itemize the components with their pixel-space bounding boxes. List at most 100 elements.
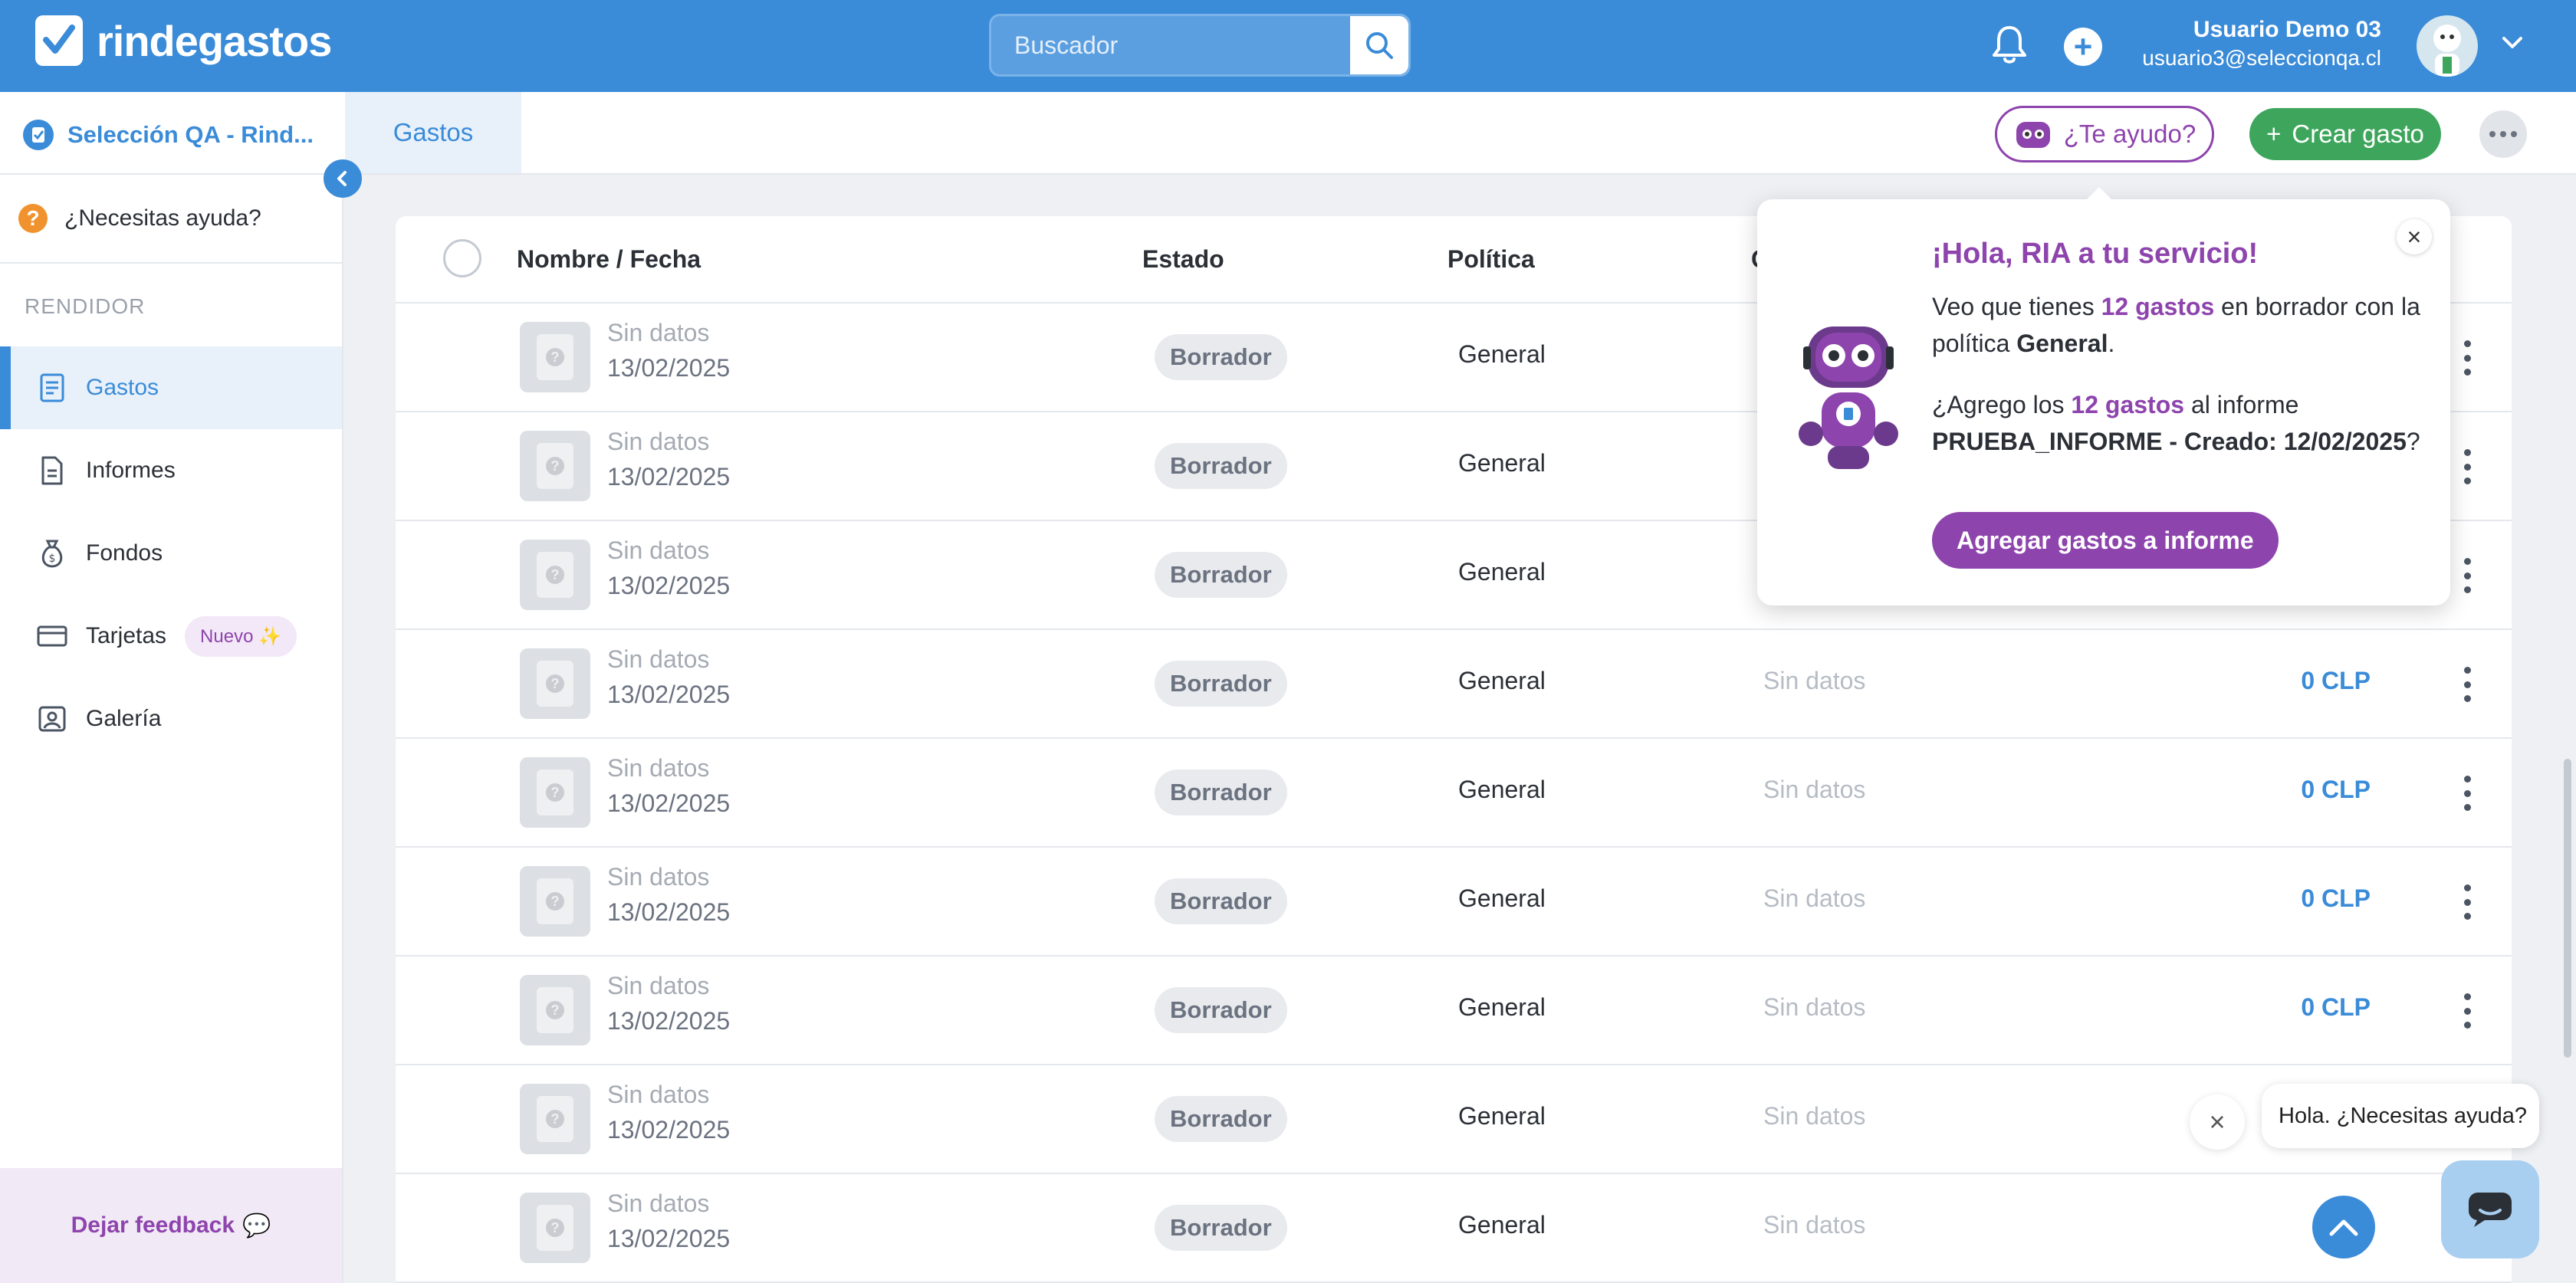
search-button[interactable]: [1350, 16, 1408, 74]
receipt-thumbnail-icon[interactable]: ?: [520, 648, 590, 719]
feedback-button[interactable]: Dejar feedback 💬: [0, 1168, 342, 1283]
sidebar-item-informes[interactable]: Informes: [0, 429, 342, 512]
expense-category: Sin datos: [1763, 993, 1866, 1021]
receipt-thumbnail-icon[interactable]: ?: [520, 322, 590, 392]
table-row[interactable]: ? Sin datos 13/02/2025 Borrador General Sin d…: [396, 739, 2512, 848]
logo-check-icon: [35, 15, 83, 66]
chat-launcher-button[interactable]: [2441, 1160, 2539, 1258]
tab-gastos[interactable]: Gastos: [345, 92, 521, 173]
sidebar-item-fondos[interactable]: $ Fondos: [0, 512, 342, 595]
close-icon[interactable]: ×: [2397, 219, 2432, 254]
expense-name: Sin datos: [607, 754, 710, 782]
notifications-bell-icon[interactable]: [1990, 23, 2029, 66]
expense-amount: 0 CLP: [2301, 776, 2371, 803]
add-expenses-to-report-button[interactable]: Agregar gastos a informe: [1932, 512, 2279, 569]
expense-category: Sin datos: [1763, 776, 1866, 803]
expense-amount: 0 CLP: [2301, 667, 2371, 694]
expense-policy: General: [1458, 340, 1546, 368]
search-icon: [1366, 32, 1393, 59]
row-menu-icon[interactable]: [2463, 884, 2472, 920]
chat-greeting[interactable]: Hola. ¿Necesitas ayuda?: [2262, 1084, 2539, 1148]
receipt-thumbnail-icon[interactable]: ?: [520, 757, 590, 828]
row-menu-icon[interactable]: [2463, 340, 2472, 376]
receipt-thumbnail-icon[interactable]: ?: [520, 866, 590, 937]
status-badge: Borrador: [1155, 1205, 1287, 1251]
sidebar-item-label: Fondos: [86, 540, 163, 566]
card-icon: [37, 621, 67, 651]
receipt-thumbnail-icon[interactable]: ?: [520, 1193, 590, 1263]
expense-date: 13/02/2025: [607, 354, 731, 382]
expense-date: 13/02/2025: [607, 789, 731, 817]
row-menu-icon[interactable]: [2463, 993, 2472, 1029]
help-assistant-button[interactable]: ¿Te ayudo?: [1995, 106, 2214, 162]
expense-date: 13/02/2025: [607, 681, 731, 708]
avatar[interactable]: [2417, 15, 2478, 77]
row-menu-icon[interactable]: [2463, 449, 2472, 484]
sidebar-item-gastos[interactable]: Gastos: [0, 346, 342, 429]
section-title: RENDIDOR: [25, 294, 146, 318]
sidebar-item-tarjetas[interactable]: Tarjetas Nuevo ✨: [0, 595, 342, 678]
expense-name: Sin datos: [607, 863, 710, 891]
header-policy[interactable]: Política: [1447, 245, 1535, 274]
chat-close-icon[interactable]: ×: [2190, 1094, 2245, 1150]
assistant-popover: × ¡Hola, RIA a tu servicio! Veo que tien…: [1757, 199, 2450, 605]
question-icon: ?: [18, 204, 48, 233]
need-help-link[interactable]: ? ¿Necesitas ayuda?: [18, 204, 261, 233]
table-row[interactable]: ? Sin datos 13/02/2025 Borrador General Sin d…: [396, 848, 2512, 957]
receipt-thumbnail-icon[interactable]: ?: [520, 431, 590, 501]
receipt-thumbnail-icon[interactable]: ?: [520, 975, 590, 1045]
sidebar: ? ¿Necesitas ayuda? RENDIDOR Gastos Info…: [0, 175, 343, 1283]
more-options-button[interactable]: [2479, 110, 2527, 158]
scroll-to-top-button[interactable]: [2312, 1196, 2375, 1258]
expense-name: Sin datos: [607, 536, 710, 564]
expense-category: Sin datos: [1763, 884, 1866, 912]
feedback-label: Dejar feedback: [71, 1212, 235, 1238]
expense-name: Sin datos: [607, 972, 710, 999]
select-all-checkbox[interactable]: [443, 239, 481, 277]
chevron-left-icon: [337, 171, 347, 186]
user-email: usuario3@seleccionqa.cl: [2142, 46, 2381, 70]
status-badge: Borrador: [1155, 443, 1287, 489]
expense-date: 13/02/2025: [607, 572, 731, 599]
expense-name: Sin datos: [607, 319, 710, 346]
expense-name: Sin datos: [607, 645, 710, 673]
logo[interactable]: rindegastos: [35, 14, 332, 67]
sidebar-item-label: Galería: [86, 706, 162, 731]
scrollbar[interactable]: [2564, 759, 2571, 1058]
company-selector[interactable]: Selección QA - Rind...: [23, 120, 314, 150]
row-menu-icon[interactable]: [2463, 667, 2472, 702]
popover-arrow: [2085, 187, 2113, 201]
expense-category: Sin datos: [1763, 667, 1866, 694]
expense-name: Sin datos: [607, 1189, 710, 1217]
sidebar-item-label: Tarjetas: [86, 623, 167, 648]
status-badge: Borrador: [1155, 661, 1287, 707]
search-input[interactable]: [991, 16, 1352, 74]
header-status[interactable]: Estado: [1142, 245, 1224, 274]
sidebar-item-galeria[interactable]: Galería: [0, 678, 342, 760]
create-expense-button[interactable]: + Crear gasto: [2249, 108, 2441, 160]
divider: [0, 262, 342, 264]
chevron-down-icon[interactable]: [2501, 35, 2524, 54]
status-badge: Borrador: [1155, 334, 1287, 380]
row-menu-icon[interactable]: [2463, 776, 2472, 811]
gallery-icon: [37, 704, 67, 734]
table-row[interactable]: ? Sin datos 13/02/2025 Borrador General Sin d…: [396, 957, 2512, 1065]
logo-text: rindegastos: [97, 16, 332, 65]
expense-policy: General: [1458, 993, 1546, 1021]
expense-date: 13/02/2025: [607, 898, 731, 926]
receipt-thumbnail-icon[interactable]: ?: [520, 540, 590, 610]
expense-policy: General: [1458, 558, 1546, 586]
row-menu-icon[interactable]: [2463, 558, 2472, 593]
expense-category: Sin datos: [1763, 1211, 1866, 1239]
add-plus-icon[interactable]: +: [2064, 28, 2102, 66]
header-name-date[interactable]: Nombre / Fecha: [517, 245, 701, 274]
receipt-thumbnail-icon[interactable]: ?: [520, 1084, 590, 1154]
popover-title: ¡Hola, RIA a tu servicio!: [1932, 238, 2259, 270]
table-row[interactable]: ? Sin datos 13/02/2025 Borrador General Sin d…: [396, 630, 2512, 739]
expense-policy: General: [1458, 449, 1546, 477]
svg-text:$: $: [49, 553, 56, 565]
table-row[interactable]: ? Sin datos 13/02/2025 Borrador General Sin d…: [396, 1174, 2512, 1283]
expense-amount: 0 CLP: [2301, 993, 2371, 1021]
company-name: Selección QA - Rind...: [67, 121, 314, 148]
collapse-sidebar-button[interactable]: [324, 159, 362, 198]
